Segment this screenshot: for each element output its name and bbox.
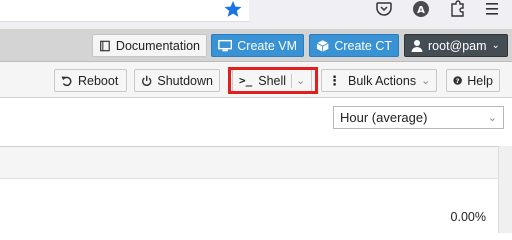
question-circle-icon: ? bbox=[453, 76, 462, 85]
desktop-icon bbox=[218, 39, 233, 51]
browser-toolbar: A bbox=[0, 0, 512, 29]
vertical-scrollbar[interactable] bbox=[498, 146, 512, 233]
user-icon bbox=[411, 39, 423, 52]
documentation-button[interactable]: Documentation bbox=[92, 34, 207, 57]
status-panel-header bbox=[0, 147, 512, 179]
create-ct-label: Create CT bbox=[334, 38, 392, 53]
pocket-icon[interactable] bbox=[374, 0, 394, 18]
ellipsis-vertical-icon: ⋮ bbox=[328, 72, 341, 88]
shutdown-label: Shutdown bbox=[157, 73, 213, 88]
address-bar[interactable] bbox=[0, 0, 249, 22]
create-vm-label: Create VM bbox=[237, 38, 297, 53]
timeframe-select[interactable]: Hour (average) ⌄ bbox=[333, 106, 504, 129]
chevron-down-icon: ⌄ bbox=[491, 40, 500, 51]
star-icon[interactable] bbox=[223, 0, 243, 18]
account-icon[interactable]: A bbox=[411, 0, 431, 18]
power-icon bbox=[142, 75, 152, 86]
timeframe-value: Hour (average) bbox=[340, 110, 428, 125]
menu-icon[interactable] bbox=[482, 0, 502, 18]
book-icon bbox=[100, 40, 110, 51]
help-label: Help bbox=[467, 73, 493, 88]
help-button[interactable]: ? Help bbox=[446, 69, 500, 92]
cube-icon bbox=[316, 39, 329, 52]
cpu-usage-value: 0.00% bbox=[450, 210, 486, 224]
user-label: root@pam bbox=[428, 38, 487, 53]
extensions-icon[interactable] bbox=[447, 0, 467, 18]
reboot-label: Reboot bbox=[78, 73, 119, 88]
undo-icon bbox=[61, 76, 72, 86]
chevron-down-icon: ⌄ bbox=[421, 75, 431, 87]
bulk-actions-label: Bulk Actions bbox=[348, 73, 417, 88]
create-vm-button[interactable]: Create VM bbox=[211, 34, 304, 57]
svg-text:A: A bbox=[417, 5, 425, 16]
create-ct-button[interactable]: Create CT bbox=[309, 34, 399, 57]
shutdown-button[interactable]: Shutdown bbox=[134, 69, 220, 92]
reboot-button[interactable]: Reboot bbox=[54, 69, 127, 92]
shell-highlight-box bbox=[228, 67, 318, 94]
chevron-down-icon: ⌄ bbox=[487, 112, 497, 124]
user-menu-button[interactable]: root@pam ⌄ bbox=[404, 34, 508, 57]
svg-text:?: ? bbox=[456, 77, 460, 85]
app-header: Documentation Create VM Create CT root@p… bbox=[0, 29, 512, 62]
documentation-label: Documentation bbox=[115, 38, 200, 53]
bulk-actions-button[interactable]: ⋮ Bulk Actions ⌄ bbox=[321, 69, 437, 92]
